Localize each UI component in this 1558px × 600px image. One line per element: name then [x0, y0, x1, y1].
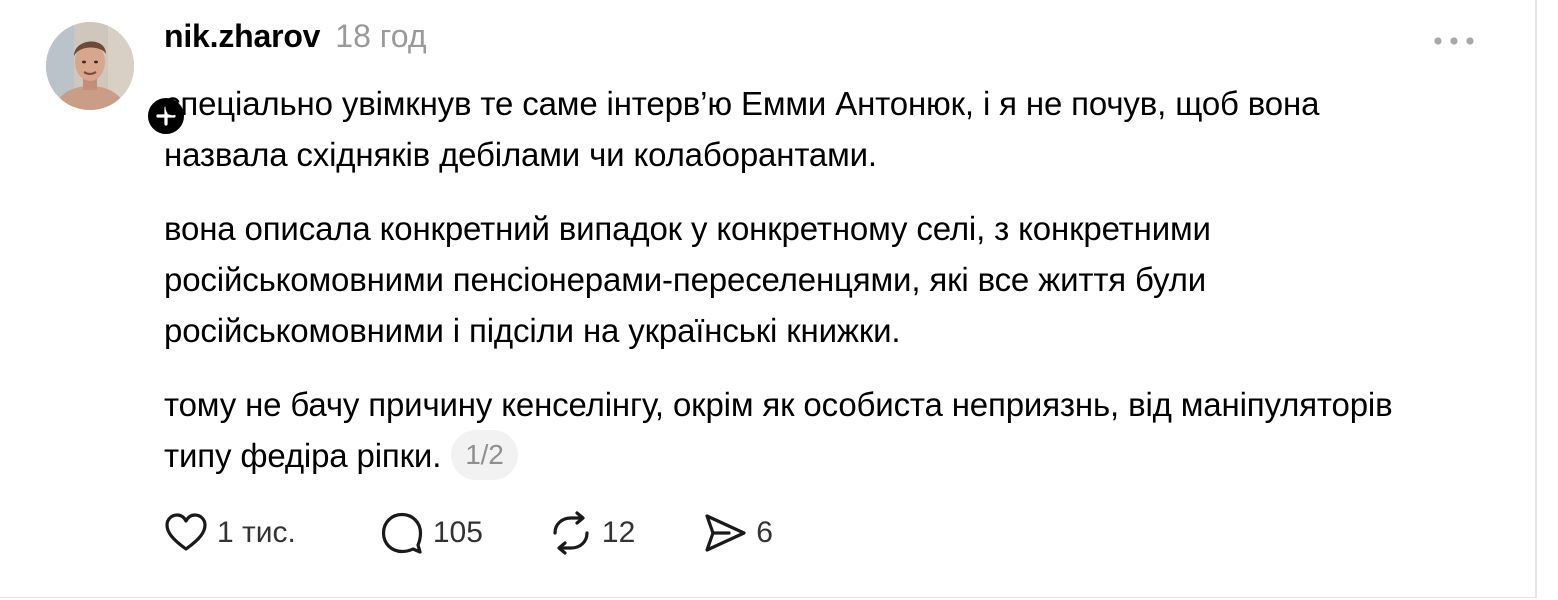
- username[interactable]: nik.zharov: [164, 18, 320, 55]
- thread-pager-badge[interactable]: 1/2: [451, 430, 518, 481]
- action-bar: 1 тис. 105 12 6: [164, 508, 773, 558]
- repost-icon: [553, 511, 589, 555]
- timestamp[interactable]: 18 год: [335, 18, 426, 55]
- send-icon: [705, 514, 746, 552]
- avatar[interactable]: [46, 22, 134, 110]
- post-header: nik.zharov 18 год: [164, 18, 427, 62]
- reply-count: 105: [432, 516, 483, 549]
- post-paragraph: тому не бачу причину кенселінгу, окрім я…: [164, 379, 1444, 483]
- post-body: спеціально увімкнув те саме інтерв’ю Емм…: [164, 78, 1444, 506]
- heart-icon: [165, 513, 207, 551]
- like-button[interactable]: 1 тис.: [164, 511, 296, 555]
- post-paragraph: вона описала конкретний випадок у конкре…: [164, 210, 1211, 349]
- divider: [0, 597, 1536, 598]
- avatar-container[interactable]: [46, 22, 187, 137]
- share-button[interactable]: 6: [703, 511, 773, 555]
- divider: [1535, 0, 1537, 598]
- reply-button[interactable]: 105: [380, 511, 483, 555]
- share-count: 6: [756, 516, 773, 549]
- like-count: 1 тис.: [217, 516, 296, 549]
- thread-post: nik.zharov 18 год спеціально увімкнув те…: [0, 0, 1536, 598]
- more-options-button[interactable]: [1428, 26, 1480, 56]
- repost-count: 12: [601, 516, 636, 549]
- more-horizontal-icon: [1434, 37, 1474, 45]
- repost-button[interactable]: 12: [549, 511, 635, 555]
- post-paragraph-text: тому не бачу причину кенселінгу, окрім я…: [164, 386, 1393, 474]
- post-paragraph: спеціально увімкнув те саме інтерв’ю Емм…: [164, 85, 1320, 173]
- comment-icon: [381, 512, 422, 554]
